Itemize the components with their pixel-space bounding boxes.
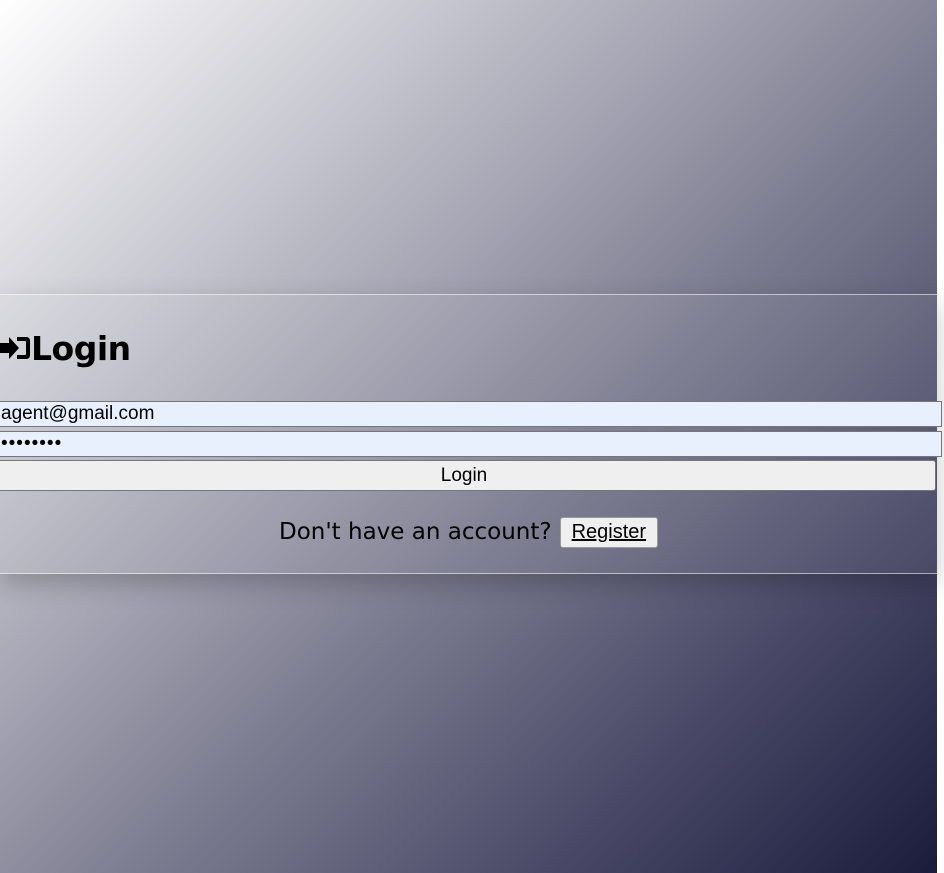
register-button[interactable]: Register (559, 516, 659, 548)
login-heading: Login (0, 324, 131, 372)
email-field[interactable]: agent@gmail.com (0, 401, 942, 427)
register-prompt-row: Don't have an account? Register (279, 516, 659, 548)
password-field[interactable]: •••••••• (0, 431, 942, 457)
register-prompt-text: Don't have an account? (279, 519, 552, 545)
page-title: Login (31, 328, 131, 368)
login-button[interactable]: Login (0, 460, 936, 491)
sign-in-icon (0, 333, 31, 363)
